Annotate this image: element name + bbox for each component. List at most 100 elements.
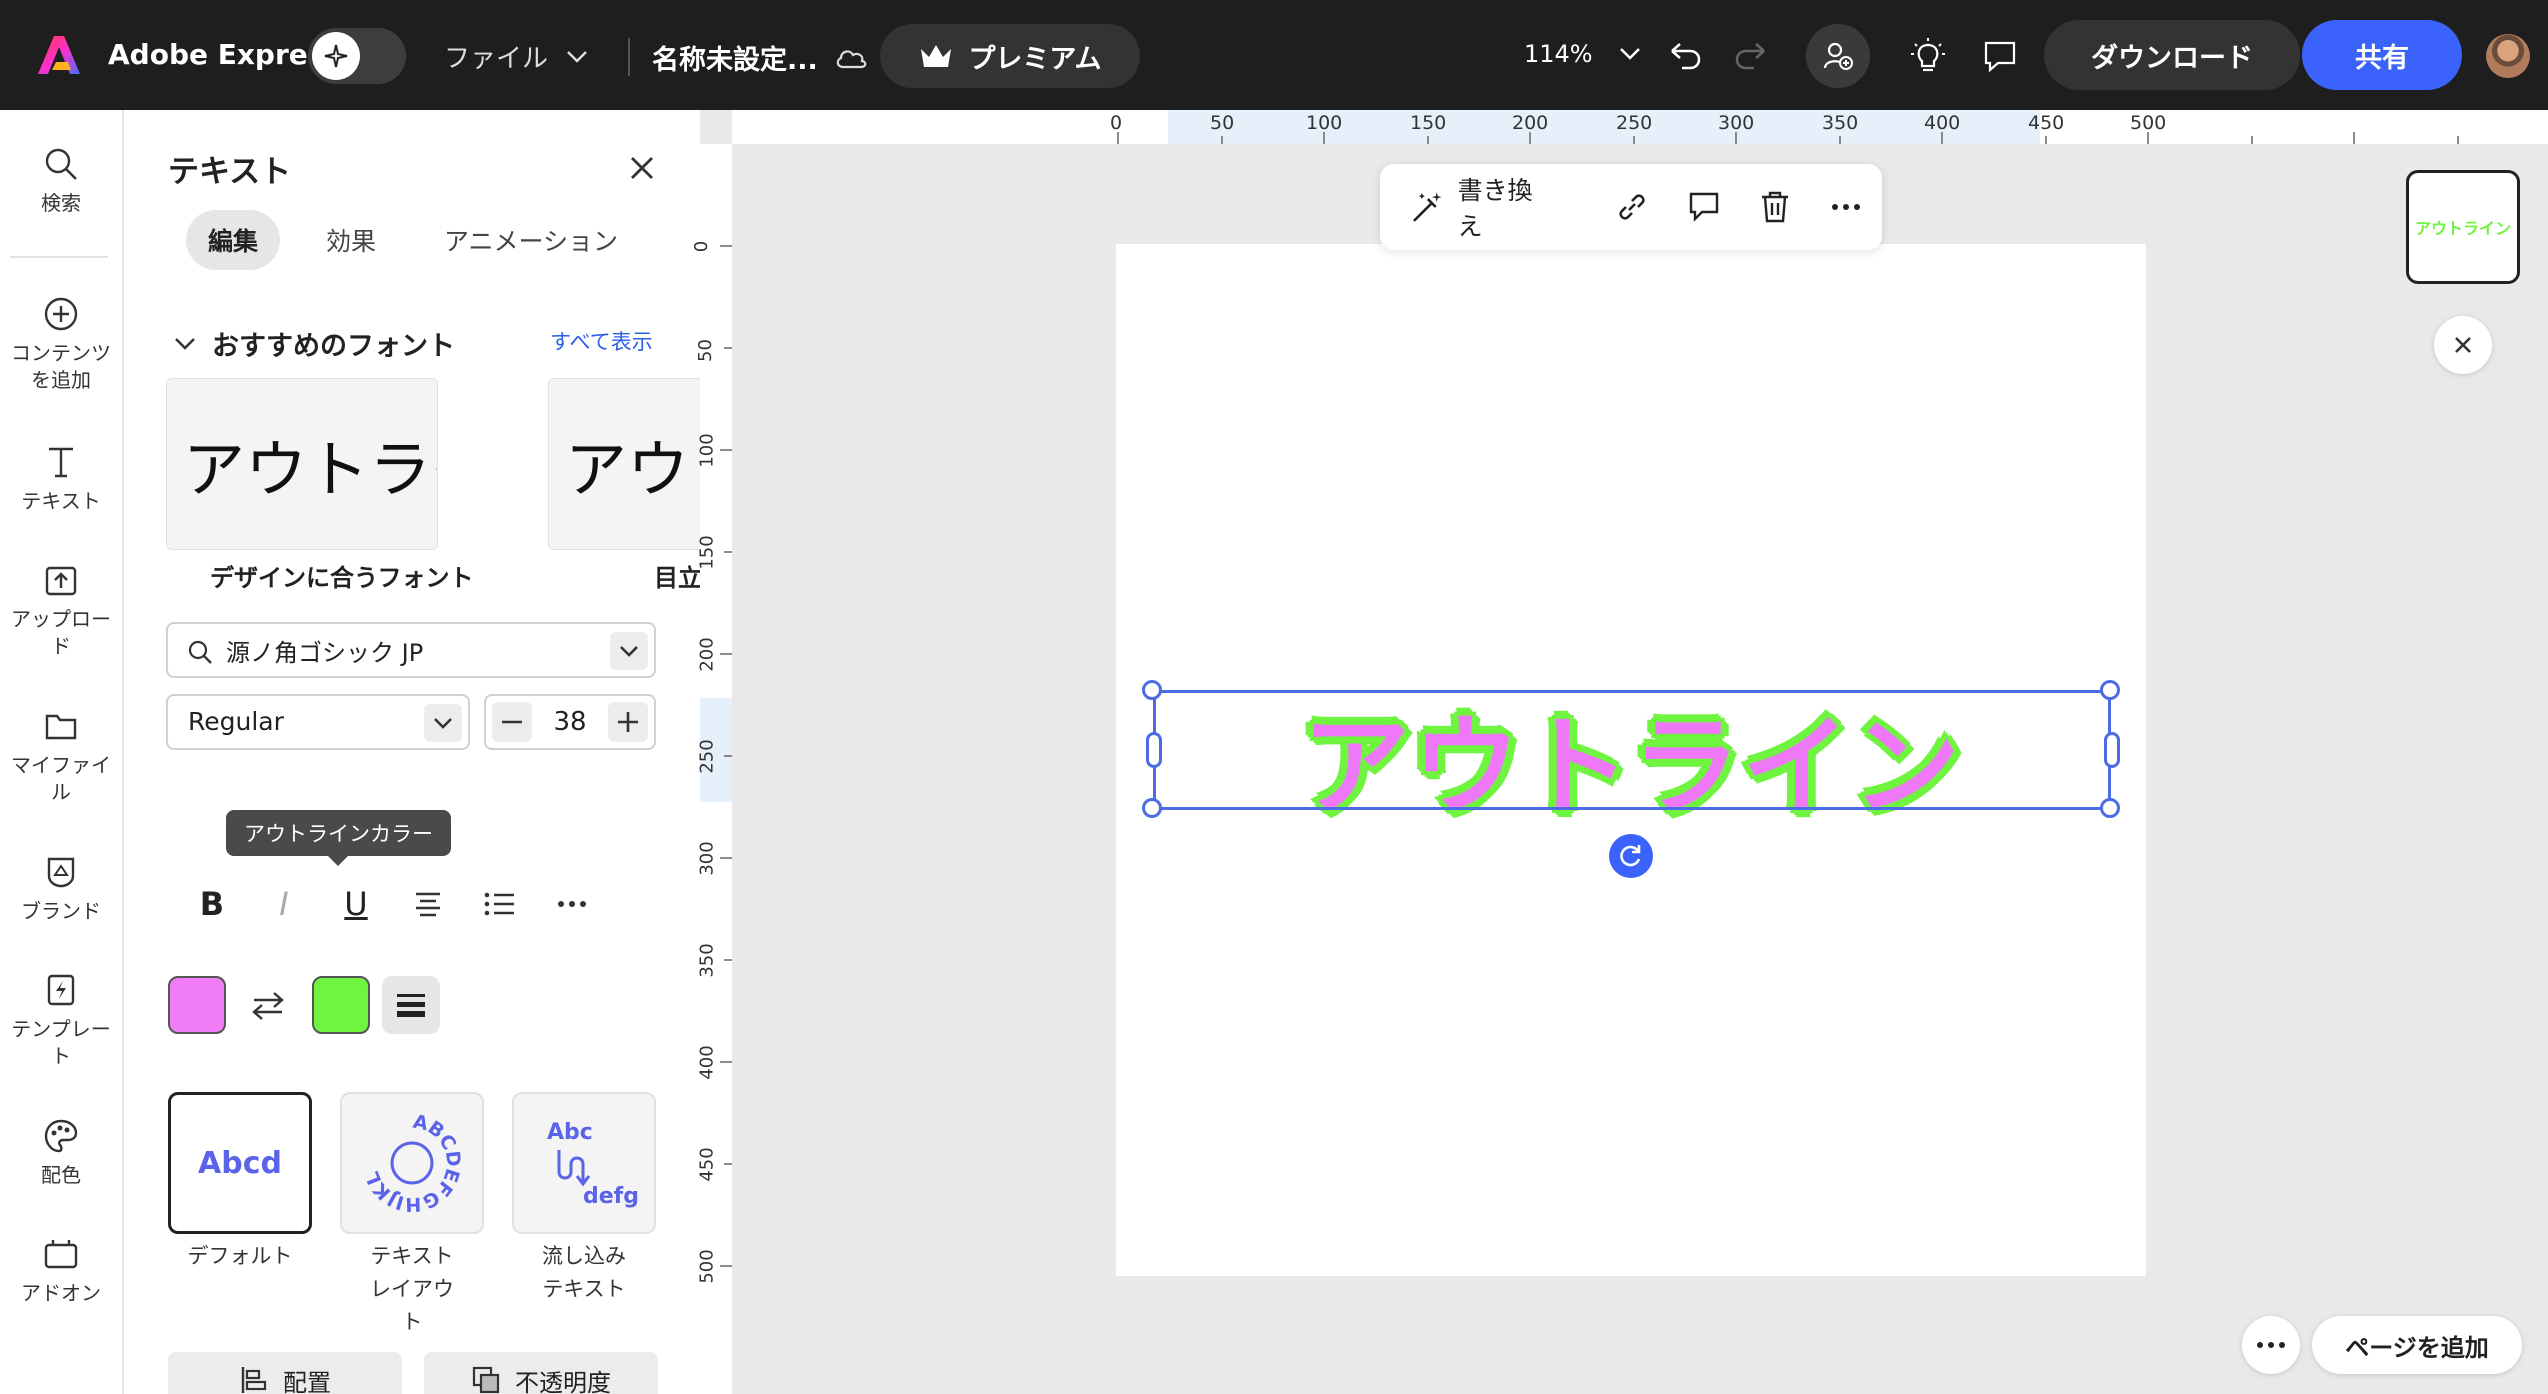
add-page-button[interactable]: ページを追加	[2312, 1316, 2522, 1374]
text-style-layout[interactable]: ABCDEFGHIJKL	[340, 1092, 484, 1234]
format-toolbar: B I U	[176, 882, 608, 926]
ruler-label: 250	[1616, 112, 1653, 134]
template-icon	[47, 974, 75, 1006]
tab-edit[interactable]: 編集	[186, 210, 281, 270]
brand-name: Adobe Express	[108, 38, 342, 71]
arrange-button[interactable]: 配置	[168, 1352, 402, 1394]
ruler-label: 150	[696, 535, 718, 570]
style-caption: デフォルト	[187, 1244, 293, 1268]
font-weight-select[interactable]: Regular	[166, 694, 470, 750]
outline-color-tooltip: アウトラインカラー	[226, 810, 451, 866]
chevron-down-icon	[175, 337, 195, 350]
share-button[interactable]: 共有	[2302, 20, 2462, 90]
ruler-label: 50	[694, 339, 716, 362]
rail-label: 配色	[41, 1163, 81, 1187]
zoom-control[interactable]: 114%	[1524, 40, 1641, 68]
more-icon[interactable]	[2242, 1316, 2300, 1374]
ruler-label: 300	[1718, 112, 1755, 134]
comment-icon[interactable]	[1668, 182, 1739, 232]
text-style-flow[interactable]: Abc defg	[512, 1092, 656, 1234]
divider	[10, 256, 108, 258]
rail-item-color[interactable]: 配色	[0, 1118, 122, 1189]
font-sample: アウトライン	[565, 433, 700, 506]
generate-toggle[interactable]	[308, 28, 406, 84]
rotate-icon[interactable]	[1609, 834, 1653, 878]
rail-item-addons[interactable]: アドオン	[0, 1236, 122, 1307]
resize-handle-top-right[interactable]	[2100, 680, 2120, 700]
arrange-label: 配置	[283, 1368, 331, 1394]
rewrite-button[interactable]: 書き換え	[1410, 171, 1557, 243]
opacity-button[interactable]: 不透明度	[424, 1352, 658, 1394]
vertical-ruler: 0 50 100 150 200 250 300 350 400 450 500	[691, 144, 732, 1394]
redo-icon[interactable]	[1728, 34, 1772, 78]
invite-collaborator-button[interactable]	[1806, 24, 1870, 88]
chevron-down-icon[interactable]	[610, 632, 648, 670]
align-left-icon	[241, 1367, 267, 1393]
resize-handle-bottom-right[interactable]	[2100, 798, 2120, 818]
ruler-label: 500	[696, 1249, 718, 1284]
chevron-down-icon[interactable]	[424, 704, 462, 742]
rail-item-templates[interactable]: テンプレート	[0, 972, 122, 1070]
font-family-select[interactable]: 源ノ角ゴシック JP	[166, 622, 656, 678]
font-card[interactable]: アウトライン	[166, 378, 438, 550]
tab-animation[interactable]: アニメーション	[422, 210, 640, 270]
selection-box[interactable]	[1153, 690, 2111, 810]
trash-icon[interactable]	[1739, 182, 1810, 232]
close-icon[interactable]	[2434, 316, 2492, 374]
rail-item-brand[interactable]: ブランド	[0, 854, 122, 925]
svg-text:ABCDEFGHIJKL: ABCDEFGHIJKL	[361, 1111, 464, 1216]
ruler-label: 500	[2130, 112, 2167, 134]
swap-colors-icon[interactable]	[248, 986, 288, 1026]
adobe-express-logo-icon[interactable]	[36, 32, 82, 78]
font-size-stepper[interactable]: 38	[484, 694, 656, 750]
text-style-default[interactable]: Abcd	[168, 1092, 312, 1234]
avatar[interactable]	[2486, 34, 2530, 78]
font-card-caption: 目立	[654, 564, 700, 592]
rail-label: マイファイル	[11, 753, 111, 804]
recommended-fonts-header[interactable]: おすすめのフォント	[174, 324, 455, 363]
file-menu[interactable]: ファイル	[444, 38, 588, 75]
resize-handle-left[interactable]	[1146, 732, 1162, 768]
rail-item-search[interactable]: 検索	[0, 146, 122, 217]
underline-button[interactable]: U	[320, 882, 392, 926]
ruler-label: 200	[696, 637, 718, 672]
link-icon[interactable]	[1597, 182, 1668, 232]
context-toolbar: 書き換え	[1380, 164, 1882, 250]
fill-color-swatch[interactable]	[168, 976, 226, 1034]
rail-item-text[interactable]: テキスト	[0, 444, 122, 515]
more-icon[interactable]	[1811, 182, 1882, 232]
rail-label: 検索	[41, 191, 81, 215]
align-center-icon[interactable]	[392, 882, 464, 926]
rail-item-add-content[interactable]: コンテンツを追加	[0, 296, 122, 394]
show-all-link[interactable]: すべて表示	[550, 326, 653, 356]
plus-icon[interactable]	[608, 702, 648, 742]
font-size-value[interactable]: 38	[553, 707, 586, 737]
page-thumbnail[interactable]: アウトライン	[2406, 170, 2520, 284]
bold-button[interactable]: B	[176, 882, 248, 926]
resize-handle-bottom-left[interactable]	[1142, 798, 1162, 818]
font-card-caption: デザインに合うフォント	[210, 564, 474, 592]
font-card[interactable]: アウトライン	[548, 378, 700, 550]
undo-icon[interactable]	[1664, 34, 1708, 78]
resize-handle-top-left[interactable]	[1142, 680, 1162, 700]
close-icon[interactable]	[622, 148, 662, 188]
comment-icon[interactable]	[1978, 34, 2022, 78]
outline-color-swatch[interactable]	[312, 976, 370, 1034]
resize-handle-right[interactable]	[2104, 732, 2120, 768]
rail-item-my-files[interactable]: マイファイル	[0, 708, 122, 806]
tab-effects[interactable]: 効果	[304, 210, 398, 270]
list-icon[interactable]	[464, 882, 536, 926]
document-name[interactable]: 名称未設定...	[652, 38, 868, 77]
lightbulb-icon[interactable]	[1906, 34, 1950, 78]
rail-item-upload[interactable]: アップロード	[0, 562, 122, 660]
stroke-weight-icon[interactable]	[382, 976, 440, 1034]
minus-icon[interactable]	[492, 702, 532, 742]
italic-button[interactable]: I	[248, 882, 320, 926]
ruler-label: 0	[691, 240, 713, 253]
premium-button[interactable]: プレミアム	[880, 24, 1140, 88]
download-button[interactable]: ダウンロード	[2044, 20, 2300, 90]
section-title: おすすめのフォント	[212, 331, 455, 362]
ruler-label: 250	[696, 739, 718, 774]
ruler-label: 200	[1512, 112, 1549, 134]
more-icon[interactable]	[536, 882, 608, 926]
